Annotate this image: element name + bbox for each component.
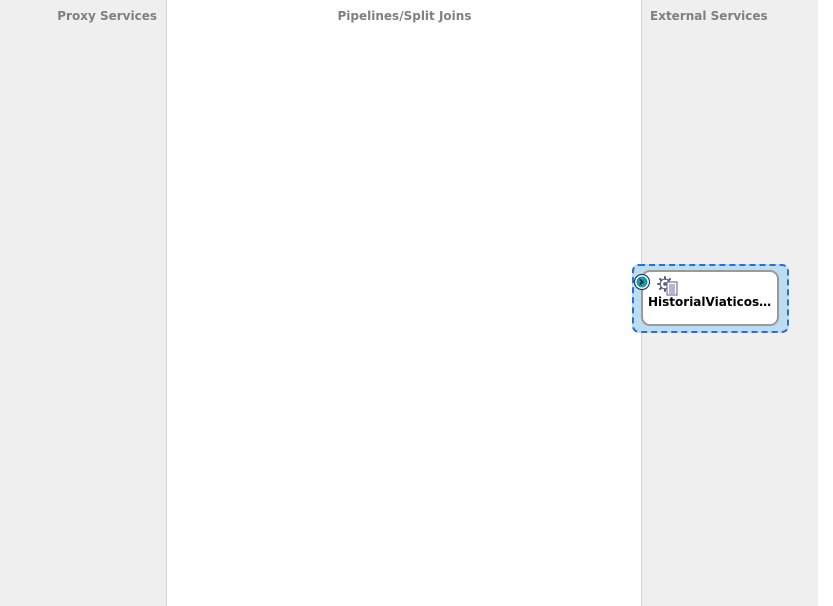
proxy-services-lane[interactable]: Proxy Services	[0, 0, 167, 606]
external-service-name: HistorialViaticosE...	[648, 295, 772, 309]
external-services-title: External Services	[650, 9, 768, 23]
pipelines-title: Pipelines/Split Joins	[337, 9, 472, 23]
composite-canvas: Proxy Services Pipelines/Split Joins Ext…	[0, 0, 833, 606]
external-service-component[interactable]: HistorialViaticosE...	[641, 270, 779, 326]
service-endpoint-arrow-icon[interactable]	[633, 273, 651, 291]
proxy-services-title: Proxy Services	[57, 9, 157, 23]
canvas-gutter	[818, 0, 833, 606]
pipelines-lane[interactable]: Pipelines/Split Joins	[167, 0, 642, 606]
business-service-gear-icon	[657, 276, 679, 296]
